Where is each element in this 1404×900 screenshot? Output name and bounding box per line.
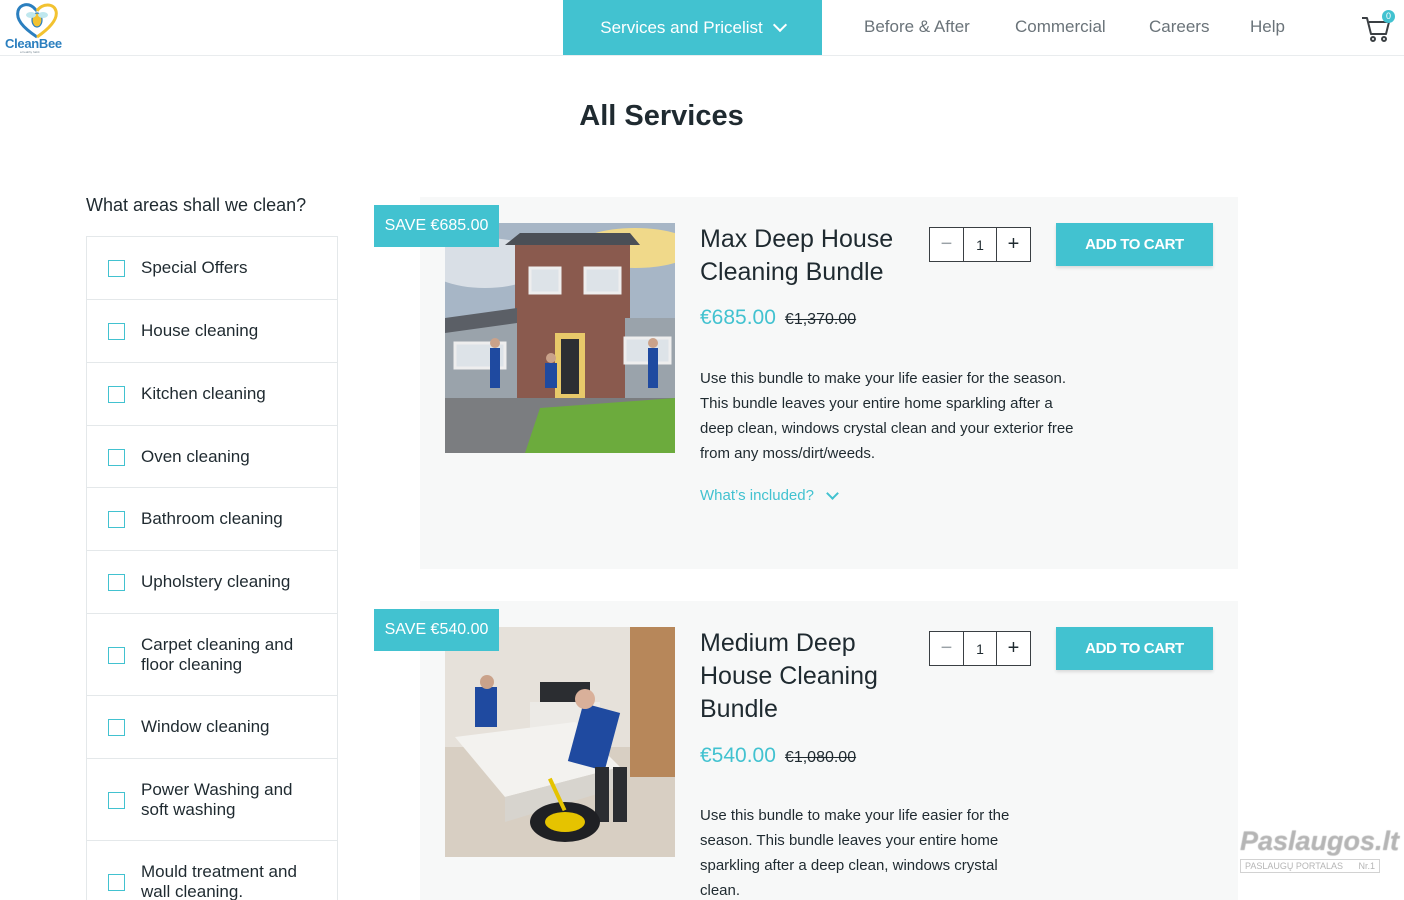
original-price: €1,370.00 <box>784 311 857 328</box>
filter-mould-treatment[interactable]: Mould treatment and wall cleaning. <box>87 841 337 900</box>
product-description: Use this bundle to make your life easier… <box>700 807 1010 899</box>
product-price: €685.00 €1,370.00 <box>700 306 856 330</box>
increase-quantity-button[interactable]: + <box>997 632 1030 665</box>
filter-label: Oven cleaning <box>141 446 250 466</box>
nav-services-pricelist[interactable]: Services and Pricelist <box>563 0 822 55</box>
watermark-tagline-box: PASLAUGŲ PORTALAS Nr.1 <box>1240 859 1380 873</box>
filter-upholstery-cleaning[interactable]: Upholstery cleaning <box>87 551 337 614</box>
chevron-down-icon <box>826 486 839 500</box>
house-exterior-photo <box>445 223 675 453</box>
decrease-quantity-button[interactable]: − <box>930 228 963 261</box>
service-filter-list: Special Offers House cleaning Kitchen cl… <box>86 236 338 900</box>
checkbox[interactable] <box>108 260 125 277</box>
cleanbee-logo[interactable]: CleanBee a healthy habit <box>4 0 68 54</box>
nav-careers[interactable]: Careers <box>1149 17 1209 37</box>
page-title: All Services <box>579 100 744 132</box>
filter-house-cleaning[interactable]: House cleaning <box>87 300 337 363</box>
filter-heading: What areas shall we clean? <box>86 195 307 215</box>
filter-power-washing[interactable]: Power Washing and soft washing <box>87 759 337 841</box>
decrease-quantity-button[interactable]: − <box>930 632 963 665</box>
quantity-stepper: − 1 + <box>929 631 1031 666</box>
filter-kitchen-cleaning[interactable]: Kitchen cleaning <box>87 363 337 426</box>
filter-oven-cleaning[interactable]: Oven cleaning <box>87 426 337 488</box>
watermark-brand: Paslaugos.lt <box>1240 826 1400 856</box>
filter-special-offers[interactable]: Special Offers <box>87 237 337 300</box>
quantity-stepper: − 1 + <box>929 227 1031 262</box>
checkbox[interactable] <box>108 574 125 591</box>
product-description: Use this bundle to make your life easier… <box>700 370 1074 462</box>
bedroom-cleaning-photo <box>445 627 675 857</box>
quantity-value[interactable]: 1 <box>963 632 997 665</box>
whats-included-label: What’s included? <box>700 487 814 504</box>
filter-label: Mould treatment and wall cleaning. <box>141 861 297 900</box>
product-name[interactable]: Max Deep House Cleaning Bundle <box>700 223 910 289</box>
nav-services-label: Services and Pricelist <box>600 17 763 37</box>
product-photo[interactable] <box>445 223 675 453</box>
save-badge: SAVE €540.00 <box>374 609 499 651</box>
filter-label: Power Washing and soft washing <box>141 779 293 819</box>
save-badge: SAVE €685.00 <box>374 205 499 247</box>
watermark-rank: Nr.1 <box>1358 861 1375 871</box>
checkbox[interactable] <box>108 511 125 528</box>
whats-included-toggle[interactable]: What’s included? <box>700 486 839 504</box>
nav-before-after[interactable]: Before & After <box>864 17 970 37</box>
add-to-cart-button[interactable]: ADD TO CART <box>1056 223 1213 266</box>
nav-commercial[interactable]: Commercial <box>1015 17 1106 37</box>
current-price: €540.00 <box>700 744 776 767</box>
add-to-cart-button[interactable]: ADD TO CART <box>1056 627 1213 670</box>
logo-wordmark: CleanBee <box>5 36 62 51</box>
checkbox[interactable] <box>108 386 125 403</box>
watermark-tagline: PASLAUGŲ PORTALAS <box>1245 861 1344 871</box>
checkbox[interactable] <box>108 719 125 736</box>
chevron-down-icon <box>772 17 787 33</box>
product-name[interactable]: Medium Deep House Cleaning Bundle <box>700 627 910 726</box>
checkbox[interactable] <box>108 323 125 340</box>
filter-label: House cleaning <box>141 321 259 340</box>
checkbox[interactable] <box>108 873 125 891</box>
filter-label: Special Offers <box>141 258 248 277</box>
checkbox[interactable] <box>108 448 125 466</box>
filter-label: Upholstery cleaning <box>141 572 291 591</box>
cart-count-badge: 0 <box>1382 10 1395 23</box>
heart-bee-icon <box>16 3 58 39</box>
filter-label: Bathroom cleaning <box>141 509 283 528</box>
current-price: €685.00 <box>700 306 776 329</box>
product-photo[interactable] <box>445 627 675 857</box>
filter-carpet-floor-cleaning[interactable]: Carpet cleaning and floor cleaning <box>87 614 337 696</box>
filter-label: Kitchen cleaning <box>141 384 266 403</box>
increase-quantity-button[interactable]: + <box>997 228 1030 261</box>
quantity-value[interactable]: 1 <box>963 228 997 261</box>
filter-window-cleaning[interactable]: Window cleaning <box>87 696 337 759</box>
nav-help[interactable]: Help <box>1250 17 1285 37</box>
site-header: CleanBee a healthy habit Services and Pr… <box>0 0 1404 56</box>
logo-tagline: a healthy habit <box>20 50 40 54</box>
checkbox[interactable] <box>108 646 125 664</box>
filter-bathroom-cleaning[interactable]: Bathroom cleaning <box>87 488 337 551</box>
filter-label: Carpet cleaning and floor cleaning <box>141 634 294 674</box>
original-price: €1,080.00 <box>784 749 857 766</box>
checkbox[interactable] <box>108 791 125 809</box>
paslaugos-watermark: Paslaugos.lt PASLAUGŲ PORTALAS Nr.1 <box>1240 826 1400 880</box>
filter-label: Window cleaning <box>141 717 270 736</box>
product-price: €540.00 €1,080.00 <box>700 744 856 768</box>
